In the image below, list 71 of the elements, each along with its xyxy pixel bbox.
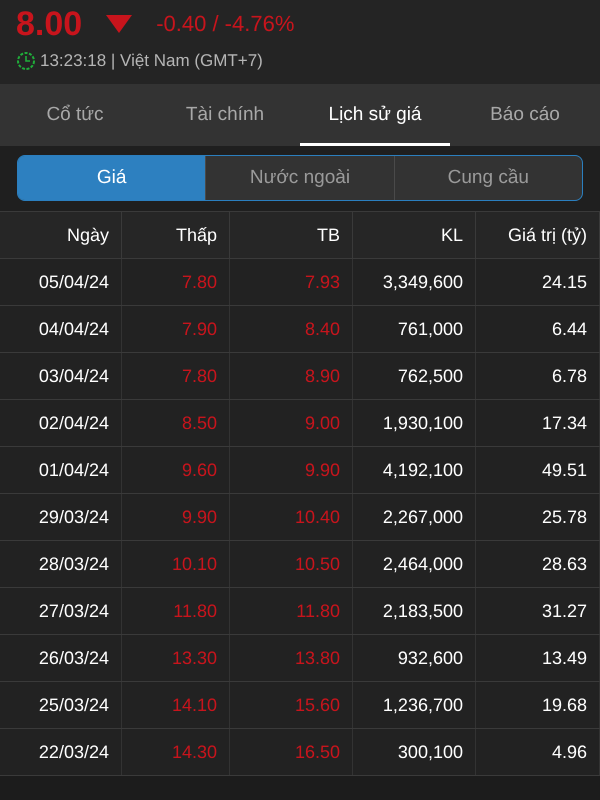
table-cell-text: 16.50 bbox=[294, 740, 340, 764]
table-cell-text: 7.80 bbox=[182, 364, 217, 388]
table-cell-text: 04/04/24 bbox=[38, 318, 109, 340]
table-cell-text: 26/03/24 bbox=[38, 646, 109, 670]
table-cell-text: 2,267,000 bbox=[382, 506, 463, 528]
clock-icon bbox=[16, 50, 36, 71]
table-cell-text: 05/04/24 bbox=[38, 270, 109, 294]
table-cell-text: 29/03/24 bbox=[38, 506, 109, 528]
table-cell-text: 9.90 bbox=[304, 458, 340, 482]
table-cell-text: 15.60 bbox=[294, 694, 340, 716]
column-header: Thấp bbox=[176, 224, 217, 247]
table-cell-text: 28/03/24 bbox=[38, 552, 109, 576]
table-cell-text: 6.78 bbox=[552, 364, 587, 388]
table-cell-text: 24.15 bbox=[542, 270, 587, 294]
table-cell-text: 7.90 bbox=[182, 318, 217, 340]
segment[interactable]: Nước ngoài bbox=[205, 156, 394, 200]
table-cell-text: 9.00 bbox=[304, 412, 340, 434]
price: 8.00 bbox=[16, 7, 82, 41]
table-cell-text: 25.78 bbox=[542, 506, 587, 528]
table-cell-text: 22/03/24 bbox=[38, 740, 109, 764]
table-cell-text: 2,183,500 bbox=[382, 600, 463, 622]
table-cell-text: 761,000 bbox=[398, 318, 463, 340]
table-cell-text: 27/03/24 bbox=[38, 600, 109, 622]
table-cell-text: 10.10 bbox=[172, 552, 217, 576]
column-header: KL bbox=[440, 224, 463, 246]
price-change: -0.40 / -4.76% bbox=[156, 13, 294, 35]
table-cell-text: 11.80 bbox=[296, 600, 340, 622]
table-cell-text: 1,930,100 bbox=[382, 412, 463, 434]
table-cell-text: 2,464,000 bbox=[382, 552, 463, 576]
tab[interactable]: Cổ tức bbox=[0, 84, 150, 146]
table-cell-text: 10.40 bbox=[294, 506, 340, 528]
table-cell-text: 11.80 bbox=[173, 600, 217, 622]
table-cell-text: 13.49 bbox=[542, 646, 587, 670]
table-cell-text: 9.60 bbox=[182, 458, 217, 482]
table-cell-text: 14.30 bbox=[172, 740, 217, 764]
table-cell-text: 7.93 bbox=[304, 270, 340, 294]
table-cell-text: 17.34 bbox=[542, 412, 587, 434]
segment[interactable]: Cung cầu bbox=[394, 156, 582, 200]
table-cell-text: 49.51 bbox=[542, 458, 587, 482]
table-cell-text: 8.50 bbox=[182, 412, 217, 434]
table-cell-text: 13.80 bbox=[294, 646, 340, 670]
table-cell-text: 7.80 bbox=[182, 270, 217, 294]
table-cell-text: 932,600 bbox=[398, 646, 463, 670]
table-cell-text: 1,236,700 bbox=[382, 694, 463, 716]
table-cell-text: 13.30 bbox=[172, 646, 217, 670]
column-header: Giá trị (tỷ) bbox=[508, 224, 587, 247]
time-zone-text: 13:23:18 | Việt Nam (GMT+7) bbox=[40, 50, 263, 72]
tab[interactable]: Báo cáo bbox=[450, 84, 600, 146]
segment[interactable]: Giá bbox=[18, 156, 206, 200]
table-cell-text: 8.40 bbox=[304, 318, 340, 340]
table-cell-text: 28.63 bbox=[542, 552, 587, 576]
table-cell-text: 762,500 bbox=[398, 364, 463, 388]
table-cell-text: 02/04/24 bbox=[38, 412, 109, 434]
tab[interactable]: Tài chính bbox=[150, 84, 300, 146]
table-cell-text: 4.96 bbox=[552, 740, 587, 764]
table-cell-text: 14.10 bbox=[172, 694, 217, 716]
table-cell-text: 31.27 bbox=[542, 600, 587, 622]
table-cell-text: 03/04/24 bbox=[38, 364, 109, 388]
down-arrow-icon bbox=[106, 15, 132, 33]
table-cell-text: 25/03/24 bbox=[38, 694, 109, 716]
table-cell-text: 19.68 bbox=[542, 694, 587, 716]
table-cell-text: 4,192,100 bbox=[382, 458, 463, 482]
table-cell-text: 6.44 bbox=[552, 318, 587, 340]
table-cell-text: 3,349,600 bbox=[382, 270, 463, 294]
table-cell-text: 8.90 bbox=[304, 364, 340, 388]
column-header: Ngày bbox=[66, 224, 109, 247]
table-cell-text: 10.50 bbox=[294, 552, 340, 576]
column-header: TB bbox=[316, 224, 340, 246]
table-cell-text: 300,100 bbox=[398, 740, 463, 764]
table-cell-text: 9.90 bbox=[182, 506, 217, 528]
table-cell-text: 01/04/24 bbox=[38, 458, 109, 482]
